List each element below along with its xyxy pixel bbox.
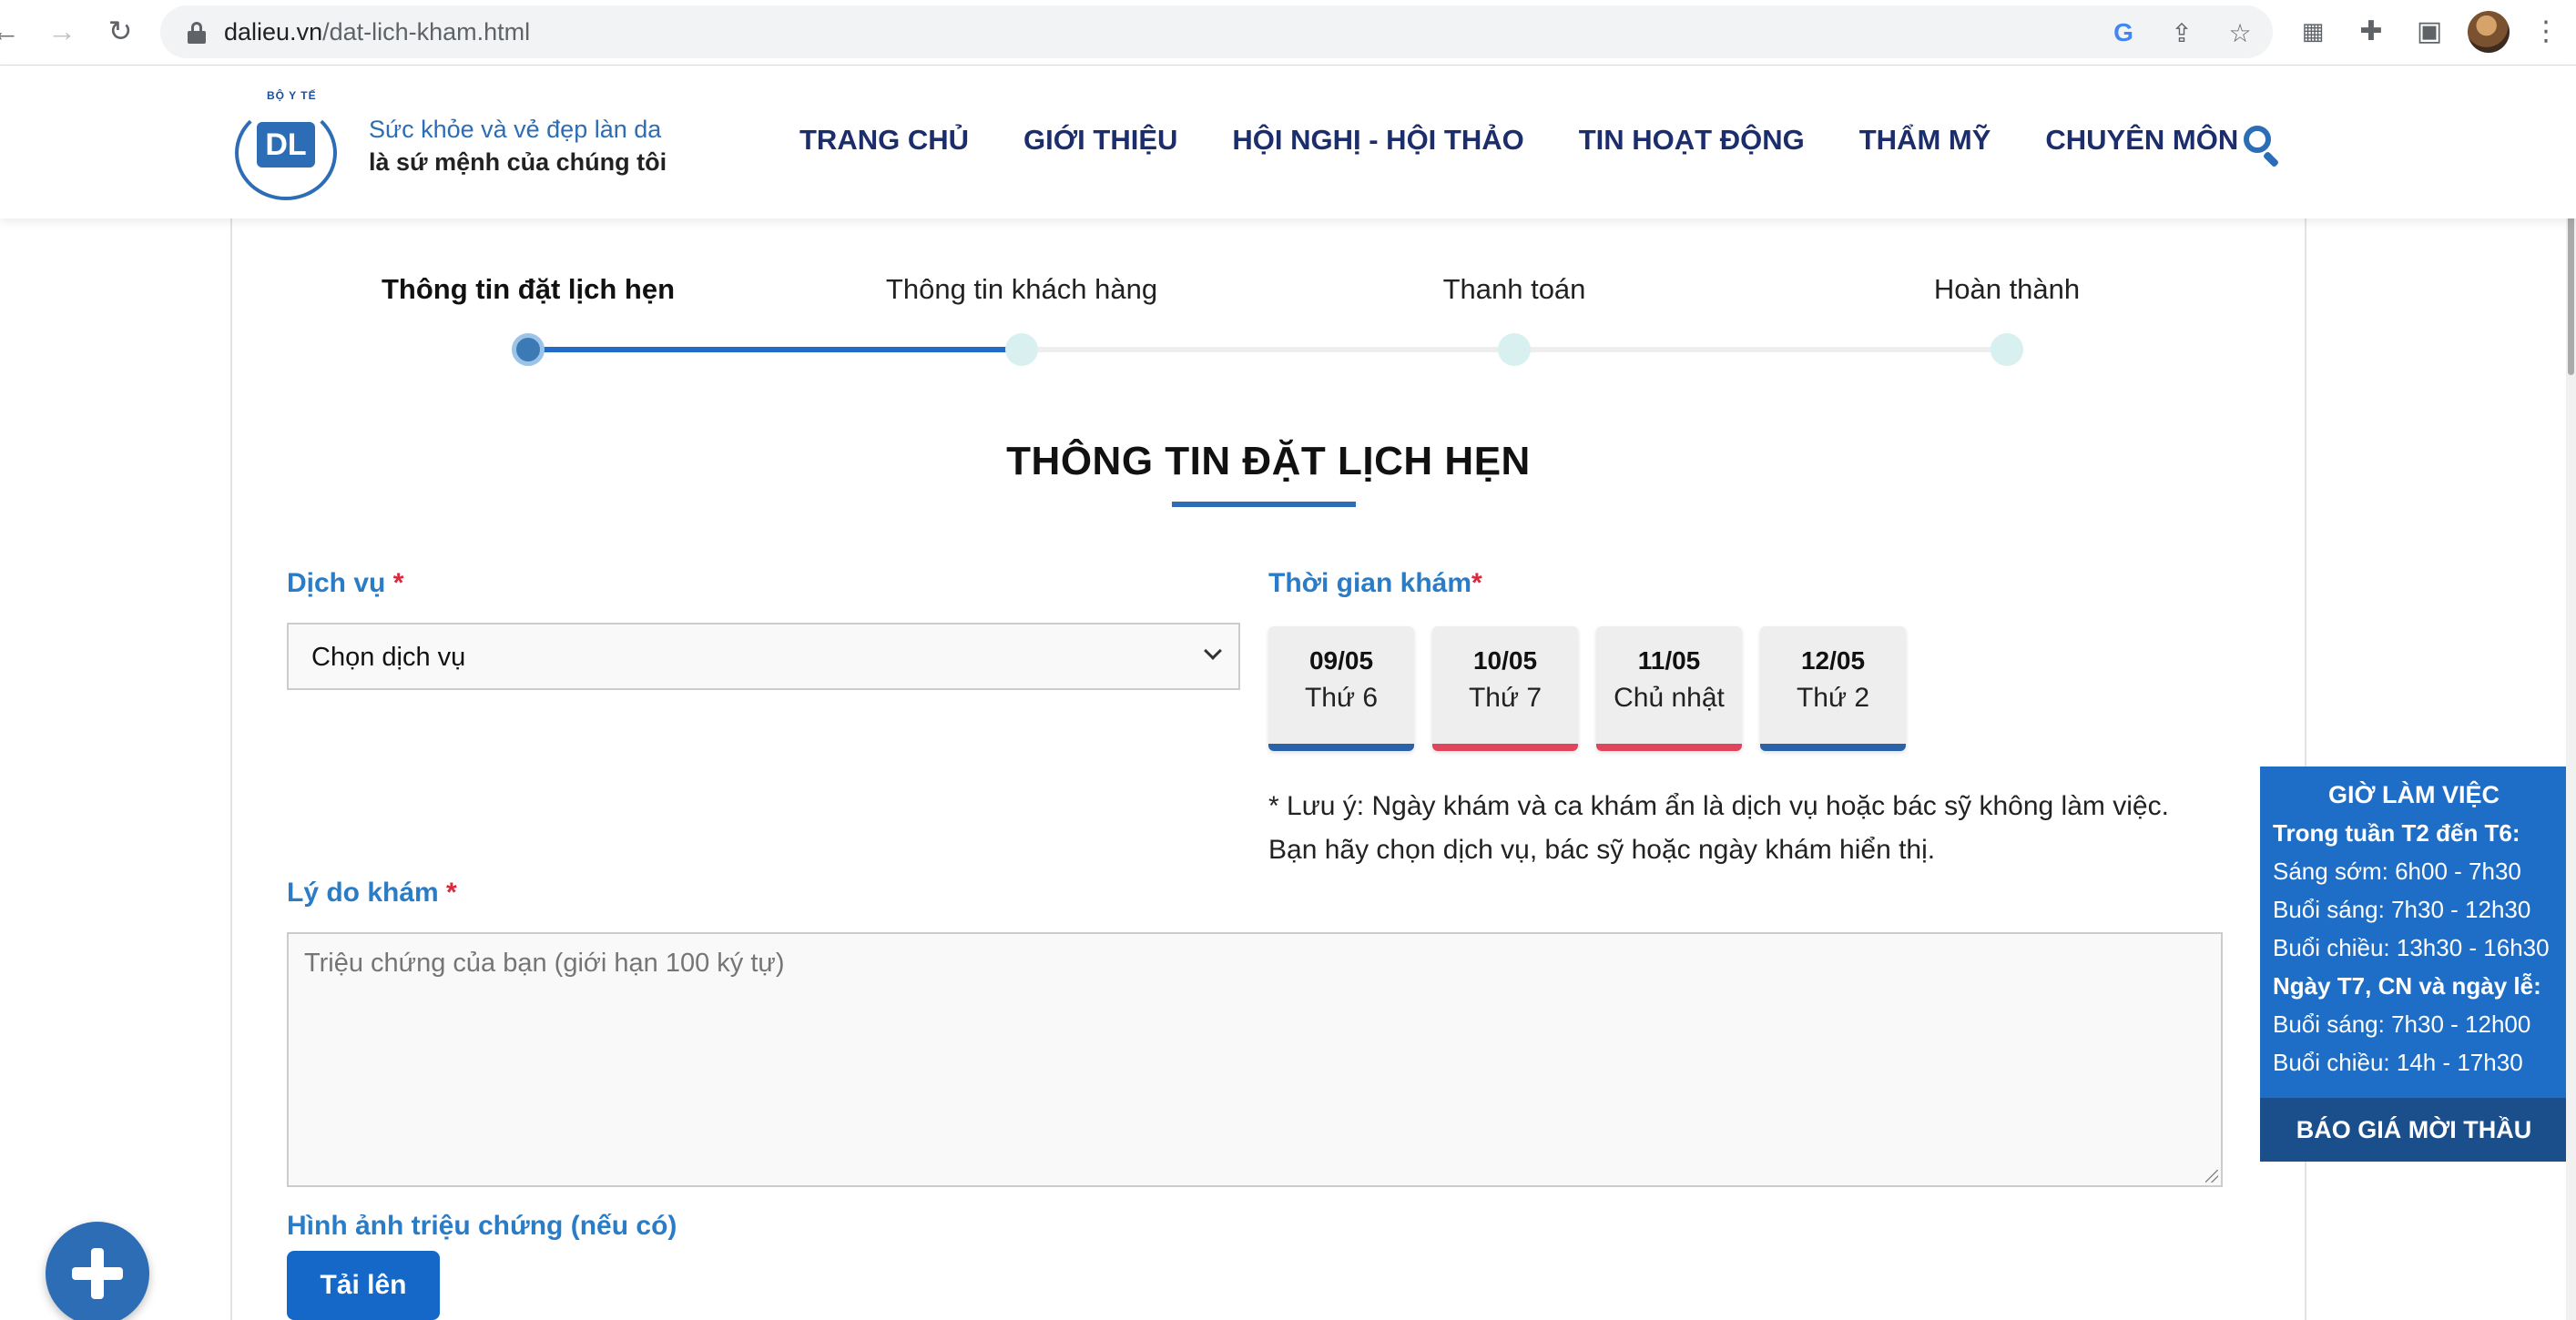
share-icon[interactable]: ⇪ bbox=[2167, 18, 2196, 47]
browser-toolbar: ← → ↻ dalieu.vn/dat-lich-kham.html G ⇪ ☆… bbox=[0, 0, 2576, 66]
search-icon[interactable] bbox=[2242, 124, 2282, 168]
nav-item-aesthetics[interactable]: THẨM MỸ bbox=[1859, 124, 1991, 157]
date-card[interactable]: 11/05 Chủ nhật bbox=[1596, 626, 1742, 751]
reason-placeholder: Triệu chứng của bạn (giới hạn 100 ký tự) bbox=[304, 949, 785, 978]
lock-icon[interactable] bbox=[188, 22, 206, 44]
step-dot-3 bbox=[1498, 333, 1531, 366]
chevron-down-icon bbox=[1198, 637, 1229, 674]
reason-label: Lý do khám * bbox=[287, 878, 457, 909]
date-card-weekday: Thứ 6 bbox=[1304, 683, 1379, 713]
date-card-date: 12/05 bbox=[1800, 646, 1866, 675]
hours-title: GIỜ LÀM VIỆC bbox=[2327, 781, 2500, 808]
side-panel-icon[interactable]: ▣ bbox=[2413, 15, 2446, 47]
reload-icon[interactable]: ↻ bbox=[102, 13, 138, 49]
booking-note: * Lưu ý: Ngày khám và ca khám ẩn là dịch… bbox=[1268, 791, 2169, 865]
stepper-progress bbox=[528, 347, 1019, 352]
date-card[interactable]: 10/05 Thứ 7 bbox=[1432, 626, 1578, 751]
tagline-line2: là sứ mệnh của chúng tôi bbox=[369, 148, 667, 176]
step-label-3: Thanh toán bbox=[1442, 273, 1586, 305]
address-bar[interactable]: dalieu.vn/dat-lich-kham.html G ⇪ ☆ bbox=[160, 5, 2273, 58]
page-scrollbar[interactable] bbox=[2566, 66, 2576, 1320]
qr-code-icon[interactable]: ▦ bbox=[2296, 15, 2329, 47]
hours-weekday-morning: Buổi sáng: 7h30 - 12h30 bbox=[2273, 896, 2531, 923]
step-label-1: Thông tin đặt lịch hẹn bbox=[381, 273, 676, 305]
required-mark: * bbox=[1471, 568, 1482, 598]
url-path: /dat-lich-kham.html bbox=[322, 18, 531, 46]
kebab-menu-icon[interactable]: ⋮ bbox=[2530, 15, 2562, 47]
nav-item-about[interactable]: GIỚI THIỆU bbox=[1023, 124, 1177, 157]
back-icon[interactable]: ← bbox=[0, 13, 24, 49]
step-dot-1 bbox=[512, 333, 545, 366]
extensions-icon[interactable]: ✚ bbox=[2355, 15, 2388, 47]
hospital-logo[interactable]: BỘ Y TẾ DL bbox=[226, 89, 350, 202]
nav-item-expertise[interactable]: CHUYÊN MÔN bbox=[2045, 124, 2238, 157]
time-label-text: Thời gian khám bbox=[1268, 568, 1472, 598]
logo-mark: DL bbox=[257, 122, 315, 168]
step-dot-2 bbox=[1005, 333, 1038, 366]
profile-avatar[interactable] bbox=[2468, 11, 2510, 53]
working-hours-widget: GIỜ LÀM VIỆC Trong tuần T2 đến T6: Sáng … bbox=[2260, 767, 2568, 1162]
hours-weekday-early: Sáng sớm: 6h00 - 7h30 bbox=[2273, 858, 2521, 885]
reason-textarea[interactable]: Triệu chứng của bạn (giới hạn 100 ký tự) bbox=[287, 932, 2223, 1187]
nav-item-activity-news[interactable]: TIN HOẠT ĐỘNG bbox=[1579, 124, 1805, 157]
hours-weekend-heading: Ngày T7, CN và ngày lễ: bbox=[2273, 972, 2541, 1000]
hours-weekend-afternoon: Buổi chiều: 14h - 17h30 bbox=[2273, 1049, 2523, 1076]
nav-item-home[interactable]: TRANG CHỦ bbox=[799, 124, 969, 157]
nav-item-conferences[interactable]: HỘI NGHỊ - HỘI THẢO bbox=[1232, 124, 1523, 157]
date-card-date: 10/05 bbox=[1472, 646, 1538, 675]
required-mark: * bbox=[446, 878, 457, 908]
step-label-2: Thông tin khách hàng bbox=[885, 273, 1158, 305]
google-icon[interactable]: G bbox=[2109, 18, 2138, 47]
service-label-text: Dịch vụ bbox=[287, 568, 386, 598]
title-underline bbox=[1172, 502, 1356, 507]
resize-handle-icon[interactable] bbox=[2205, 1170, 2218, 1183]
service-select[interactable]: Chọn dịch vụ bbox=[287, 623, 1240, 690]
date-card-date: 09/05 bbox=[1308, 646, 1374, 675]
symptom-image-label: Hình ảnh triệu chứng (nếu có) bbox=[287, 1211, 677, 1241]
url-host: dalieu.vn bbox=[224, 18, 323, 46]
reason-label-text: Lý do khám bbox=[287, 878, 439, 908]
url-text[interactable]: dalieu.vn/dat-lich-kham.html bbox=[224, 18, 530, 46]
service-select-value: Chọn dịch vụ bbox=[311, 643, 466, 672]
plus-icon[interactable] bbox=[46, 1222, 149, 1320]
date-card-weekday: Thứ 2 bbox=[1796, 683, 1870, 713]
forward-icon[interactable]: → bbox=[44, 13, 80, 49]
hours-weekend-morning: Buổi sáng: 7h30 - 12h00 bbox=[2273, 1010, 2531, 1038]
tagline-line1: Sức khỏe và vẻ đẹp làn da bbox=[369, 116, 662, 143]
logo-top-text: BỘ Y TẾ bbox=[267, 89, 317, 102]
required-mark: * bbox=[392, 568, 404, 598]
date-card-date: 11/05 bbox=[1637, 646, 1701, 675]
quote-request-button[interactable]: BÁO GIÁ MỜI THẦU bbox=[2260, 1098, 2568, 1162]
step-label-4: Hoàn thành bbox=[1933, 273, 2081, 305]
upload-button[interactable]: Tải lên bbox=[287, 1251, 440, 1320]
time-label: Thời gian khám* bbox=[1268, 568, 1482, 599]
main-nav: TRANG CHỦ GIỚI THIỆU HỘI NGHỊ - HỘI THẢO… bbox=[799, 124, 2238, 157]
site-header: BỘ Y TẾ DL Sức khỏe và vẻ đẹp làn da là … bbox=[0, 66, 2576, 218]
date-card-weekday: Thứ 7 bbox=[1468, 683, 1543, 713]
service-label: Dịch vụ * bbox=[287, 568, 403, 599]
step-dot-4 bbox=[1991, 333, 2023, 366]
date-card[interactable]: 12/05 Thứ 2 bbox=[1760, 626, 1906, 751]
star-icon[interactable]: ☆ bbox=[2225, 18, 2255, 47]
page-title: THÔNG TIN ĐẶT LỊCH HẸN bbox=[1006, 439, 1531, 483]
date-card[interactable]: 09/05 Thứ 6 bbox=[1268, 626, 1414, 751]
hours-weekday-heading: Trong tuần T2 đến T6: bbox=[2273, 819, 2520, 847]
hours-weekday-afternoon: Buổi chiều: 13h30 - 16h30 bbox=[2273, 934, 2550, 961]
tagline: Sức khỏe và vẻ đẹp làn da là sứ mệnh của… bbox=[369, 113, 667, 178]
date-card-weekday: Chủ nhật bbox=[1614, 683, 1725, 713]
